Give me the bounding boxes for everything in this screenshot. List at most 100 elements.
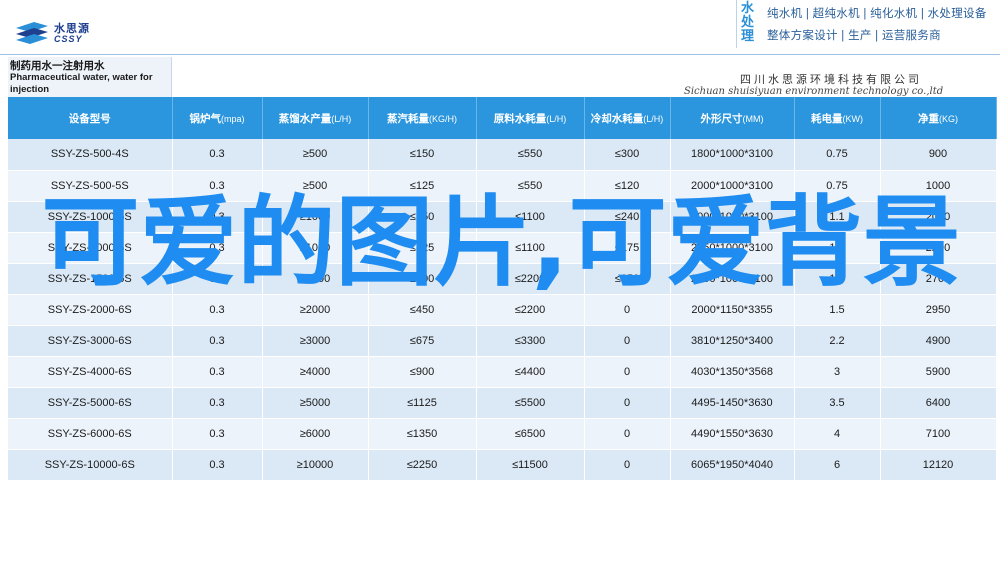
table-cell: ≤150: [368, 139, 477, 171]
table-cell: ≤1350: [368, 418, 477, 450]
table-cell: ≤11500: [476, 449, 585, 481]
table-row: SSY-ZS-5000-6S 0.3 ≥5000 ≤1125 ≤5500 0 4495-14…: [8, 387, 997, 419]
document-title: 制药用水一注射用水 Pharmaceutical water, water fo…: [8, 57, 172, 97]
column-header-name: 冷却水耗量: [590, 112, 644, 125]
table-cell: 4495-1450*3630: [670, 387, 795, 419]
table-cell: ≥500: [262, 139, 369, 171]
column-header-name: 锅炉气: [189, 112, 221, 125]
column-header-unit: (mpa): [220, 113, 245, 124]
table-row: SSY-ZS-6000-6S 0.3 ≥6000 ≤1350 ≤6500 0 4490*15…: [8, 418, 997, 450]
table-cell: 0.3: [172, 418, 263, 450]
table-cell: 4490*1550*3630: [670, 418, 795, 450]
title-chinese: 制药用水一注射用水: [10, 60, 105, 72]
company-name-chinese: 四川水思源环境科技有限公司: [740, 74, 922, 86]
model-cell: SSY-ZS-3000-6S: [8, 325, 173, 357]
table-cell: 2.2: [794, 325, 881, 357]
column-header: 外形尺寸(MM): [670, 97, 795, 139]
table-row: SSY-ZS-3000-6S 0.3 ≥3000 ≤675 ≤3300 0 3810*125…: [8, 325, 997, 357]
table-cell: 0.3: [172, 139, 263, 171]
company-logo: 水思源 CSSY: [14, 18, 114, 48]
table-cell: 0: [584, 418, 671, 450]
slogan-panel: 水处理 纯水机 | 超纯水机 | 纯化水机 | 水处理设备 整体方案设计 | 生…: [736, 0, 998, 48]
table-cell: ≥10000: [262, 449, 369, 481]
column-header-unit: (MM): [742, 113, 764, 124]
table-cell: 6065*1950*4040: [670, 449, 795, 481]
slogan-brand: 水处理: [741, 0, 755, 43]
table-cell: 3: [794, 356, 881, 388]
overlay-headline: 可爱的图片,可爱背景: [36, 187, 966, 300]
table-cell: 4030*1350*3568: [670, 356, 795, 388]
table-cell: 0: [584, 449, 671, 481]
table-cell: 7100: [880, 418, 997, 450]
table-cell: 6: [794, 449, 881, 481]
table-cell: 4900: [880, 325, 997, 357]
table-cell: ≤3300: [476, 325, 585, 357]
column-header-unit: (L/H): [643, 113, 664, 124]
slogan-services: 整体方案设计 | 生产 | 运营服务商: [767, 30, 941, 42]
column-header: 原料水耗量(L/H): [476, 97, 585, 139]
column-header-name: 外形尺寸: [700, 112, 743, 125]
table-cell: ≤900: [368, 356, 477, 388]
model-cell: SSY-ZS-10000-6S: [8, 449, 173, 481]
table-cell: 6400: [880, 387, 997, 419]
table-cell: 0: [584, 356, 671, 388]
title-english: Pharmaceutical water, water for injectio…: [10, 72, 153, 95]
column-header: 锅炉气(mpa): [172, 97, 263, 139]
table-cell: ≥4000: [262, 356, 369, 388]
model-cell: SSY-ZS-500-4S: [8, 139, 173, 171]
table-cell: 0.3: [172, 449, 263, 481]
header-divider: [0, 54, 1000, 55]
table-cell: 4: [794, 418, 881, 450]
column-header: 净重(KG): [880, 97, 997, 139]
table-cell: 12120: [880, 449, 997, 481]
table-row: SSY-ZS-10000-6S 0.3 ≥10000 ≤2250 ≤11500 0 6065…: [8, 449, 997, 481]
table-cell: 5900: [880, 356, 997, 388]
table-cell: 900: [880, 139, 997, 171]
table-cell: ≤550: [476, 139, 585, 171]
column-header-unit: (L/H): [331, 113, 352, 124]
model-cell: SSY-ZS-4000-6S: [8, 356, 173, 388]
table-cell: ≤300: [584, 139, 671, 171]
table-row: SSY-ZS-500-4S 0.3 ≥500 ≤150 ≤550 ≤300 1800*100…: [8, 139, 997, 171]
slogan-products: 纯水机 | 超纯水机 | 纯化水机 | 水处理设备: [767, 8, 987, 20]
table-cell: ≤5500: [476, 387, 585, 419]
company-name-english: Sichuan shuisiyuan environment technolog…: [684, 86, 944, 97]
table-cell: 0.3: [172, 387, 263, 419]
water-drop-logo-icon: [16, 22, 48, 44]
table-header-row: 设备型号 锅炉气(mpa) 蒸馏水产量(L/H) 蒸汽耗量(KG/H) 原料水耗量(L/…: [8, 97, 997, 139]
table-cell: ≥5000: [262, 387, 369, 419]
column-header: 冷却水耗量(L/H): [584, 97, 671, 139]
table-cell: 0.75: [794, 139, 881, 171]
table-cell: ≤1125: [368, 387, 477, 419]
table-cell: ≤2250: [368, 449, 477, 481]
column-header-name: 蒸汽耗量: [387, 112, 429, 125]
column-header: 设备型号: [8, 97, 173, 139]
table-cell: ≥3000: [262, 325, 369, 357]
column-header: 蒸汽耗量(KG/H): [368, 97, 477, 139]
column-header-unit: (L/H): [546, 113, 567, 124]
logo-english-name: CSSY: [54, 34, 83, 44]
table-row: SSY-ZS-4000-6S 0.3 ≥4000 ≤900 ≤4400 0 4030*135…: [8, 356, 997, 388]
table-cell: 3.5: [794, 387, 881, 419]
table-cell: ≤675: [368, 325, 477, 357]
table-cell: ≥6000: [262, 418, 369, 450]
table-cell: ≤4400: [476, 356, 585, 388]
table-cell: 3810*1250*3400: [670, 325, 795, 357]
table-cell: 0.3: [172, 356, 263, 388]
table-cell: ≤6500: [476, 418, 585, 450]
column-header-unit: (KG): [939, 113, 958, 124]
column-header-name: 蒸馏水产量: [278, 112, 332, 125]
model-cell: SSY-ZS-6000-6S: [8, 418, 173, 450]
column-header-name: 原料水耗量: [493, 112, 547, 125]
column-header-name: 耗电量: [811, 112, 843, 125]
table-cell: 0: [584, 387, 671, 419]
column-header-unit: (KG/H): [429, 113, 457, 124]
column-header-unit: (KW): [842, 113, 864, 124]
column-header-name: 净重: [918, 112, 939, 125]
overlay-headline-text: 可爱的图片,可爱背景: [41, 186, 961, 300]
model-cell: SSY-ZS-5000-6S: [8, 387, 173, 419]
table-cell: 0.3: [172, 325, 263, 357]
column-header: 耗电量(KW): [794, 97, 881, 139]
table-cell: 1800*1000*3100: [670, 139, 795, 171]
column-header-name: 设备型号: [68, 112, 111, 125]
